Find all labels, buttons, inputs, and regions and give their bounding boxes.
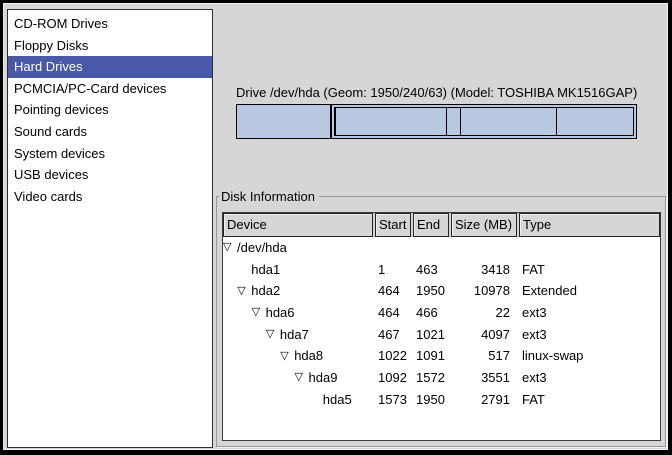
type-cell: FAT bbox=[519, 389, 660, 411]
partition-segment-hda8 bbox=[447, 108, 461, 135]
disk-table-header: Device Start End Size (MB) Type bbox=[223, 213, 660, 237]
type-cell: ext3 bbox=[519, 302, 660, 324]
device-name: hda1 bbox=[251, 259, 280, 281]
type-cell bbox=[519, 237, 660, 259]
table-row-hda7[interactable]: ▽hda746710214097ext3 bbox=[223, 324, 660, 346]
table-row-hda8[interactable]: ▽hda810221091517linux-swap bbox=[223, 345, 660, 367]
type-cell: FAT bbox=[519, 259, 660, 281]
device-cell: ▽hda7 bbox=[223, 324, 373, 346]
disk-table: Device Start End Size (MB) Type ▽/dev/hd… bbox=[222, 212, 661, 441]
end-cell: 1950 bbox=[413, 389, 449, 411]
table-row-hda6[interactable]: ▽hda646446622ext3 bbox=[223, 302, 660, 324]
end-cell: 1572 bbox=[413, 367, 449, 389]
sidebar-item-hard-drives[interactable]: Hard Drives bbox=[8, 56, 212, 78]
table-row-hda9[interactable]: ▽hda9109215723551ext3 bbox=[223, 367, 660, 389]
table-row-dev-hda[interactable]: ▽/dev/hda bbox=[223, 237, 660, 259]
end-cell: 1091 bbox=[413, 345, 449, 367]
expander-open-icon[interactable]: ▽ bbox=[266, 329, 280, 340]
partition-segment-hda1 bbox=[237, 105, 332, 138]
end-cell: 466 bbox=[413, 302, 449, 324]
size-cell: 517 bbox=[451, 345, 517, 367]
size-cell: 3551 bbox=[451, 367, 517, 389]
device-cell: ▽hda2 bbox=[223, 280, 373, 302]
partition-segment-hda5 bbox=[557, 108, 633, 135]
column-header-end[interactable]: End bbox=[413, 213, 449, 237]
end-cell bbox=[413, 237, 449, 259]
device-name: hda6 bbox=[266, 302, 295, 324]
size-cell bbox=[451, 237, 517, 259]
hardware-category-list: CD-ROM DrivesFloppy DisksHard DrivesPCMC… bbox=[7, 9, 213, 448]
table-row-hda5[interactable]: hda5 157319502791FAT bbox=[223, 389, 660, 411]
start-cell: 1092 bbox=[375, 367, 411, 389]
device-name: hda2 bbox=[251, 280, 280, 302]
sidebar-item-pcmcia-pc-card-devices[interactable]: PCMCIA/PC-Card devices bbox=[8, 78, 212, 100]
type-cell: ext3 bbox=[519, 324, 660, 346]
type-cell: linux-swap bbox=[519, 345, 660, 367]
start-cell: 1022 bbox=[375, 345, 411, 367]
device-cell: hda1 bbox=[223, 259, 373, 281]
table-row-hda1[interactable]: hda1 14633418FAT bbox=[223, 259, 660, 281]
device-name: hda5 bbox=[323, 389, 352, 411]
column-header-type[interactable]: Type bbox=[519, 213, 660, 237]
end-cell: 1950 bbox=[413, 280, 449, 302]
device-name: hda8 bbox=[294, 345, 323, 367]
device-cell: ▽hda9 bbox=[223, 367, 373, 389]
disk-information-frame-label: Disk Information bbox=[219, 189, 319, 204]
size-cell: 22 bbox=[451, 302, 517, 324]
end-cell: 1021 bbox=[413, 324, 449, 346]
device-cell: ▽hda8 bbox=[223, 345, 373, 367]
start-cell: 467 bbox=[375, 324, 411, 346]
size-cell: 2791 bbox=[451, 389, 517, 411]
start-cell: 464 bbox=[375, 280, 411, 302]
column-header-device[interactable]: Device bbox=[223, 213, 373, 237]
expander-open-icon[interactable]: ▽ bbox=[252, 307, 266, 318]
start-cell: 464 bbox=[375, 302, 411, 324]
disk-table-body: ▽/dev/hdahda114633418FAT▽hda246419501097… bbox=[223, 237, 660, 440]
expander-open-icon[interactable]: ▽ bbox=[223, 242, 237, 253]
end-cell: 463 bbox=[413, 259, 449, 281]
sidebar-item-system-devices[interactable]: System devices bbox=[8, 143, 212, 165]
sidebar-item-video-cards[interactable]: Video cards bbox=[8, 186, 212, 208]
sidebar-item-pointing-devices[interactable]: Pointing devices bbox=[8, 99, 212, 121]
partition-segment-hda7 bbox=[335, 108, 446, 135]
sidebar-item-sound-cards[interactable]: Sound cards bbox=[8, 121, 212, 143]
sidebar-item-floppy-disks[interactable]: Floppy Disks bbox=[8, 35, 212, 57]
device-cell: hda5 bbox=[223, 389, 373, 411]
type-cell: ext3 bbox=[519, 367, 660, 389]
partition-segment-hda9 bbox=[461, 108, 557, 135]
device-name: /dev/hda bbox=[237, 237, 287, 259]
expander-open-icon[interactable]: ▽ bbox=[237, 286, 251, 297]
partition-bar bbox=[236, 104, 637, 139]
start-cell bbox=[375, 237, 411, 259]
sidebar-item-cd-rom-drives[interactable]: CD-ROM Drives bbox=[8, 13, 212, 35]
drive-info-label: Drive /dev/hda (Geom: 1950/240/63) (Mode… bbox=[236, 85, 637, 100]
expander-open-icon[interactable]: ▽ bbox=[280, 351, 294, 362]
size-cell: 10978 bbox=[451, 280, 517, 302]
column-header-size[interactable]: Size (MB) bbox=[451, 213, 517, 237]
column-header-start[interactable]: Start bbox=[375, 213, 411, 237]
device-cell: ▽hda6 bbox=[223, 302, 373, 324]
device-cell: ▽/dev/hda bbox=[223, 237, 373, 259]
sidebar-item-usb-devices[interactable]: USB devices bbox=[8, 164, 212, 186]
size-cell: 4097 bbox=[451, 324, 517, 346]
start-cell: 1 bbox=[375, 259, 411, 281]
device-name: hda7 bbox=[280, 324, 309, 346]
type-cell: Extended bbox=[519, 280, 660, 302]
table-row-hda2[interactable]: ▽hda2464195010978Extended bbox=[223, 280, 660, 302]
expander-open-icon[interactable]: ▽ bbox=[295, 372, 309, 383]
size-cell: 3418 bbox=[451, 259, 517, 281]
start-cell: 1573 bbox=[375, 389, 411, 411]
device-name: hda9 bbox=[309, 367, 338, 389]
extended-partition-hda2 bbox=[334, 107, 634, 136]
